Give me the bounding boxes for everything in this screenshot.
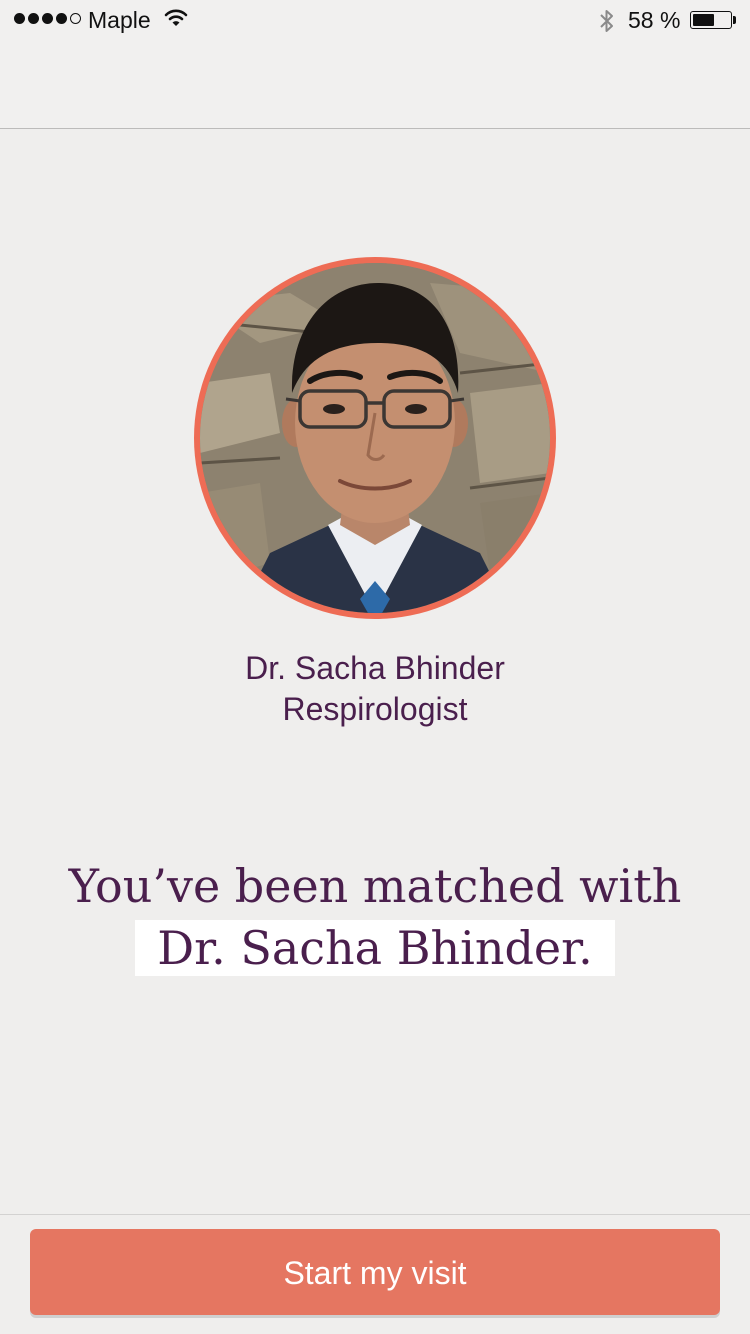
battery-icon xyxy=(690,11,736,29)
carrier-name: Maple xyxy=(88,7,151,33)
start-visit-button[interactable]: Start my visit xyxy=(30,1229,720,1315)
headline-line-1: You’ve been matched with xyxy=(68,859,682,913)
doctor-avatar-ring xyxy=(194,257,556,619)
doctor-portrait-icon xyxy=(200,263,550,613)
navigation-bar xyxy=(0,40,750,129)
footer-bar: Start my visit xyxy=(0,1214,750,1334)
bluetooth-icon xyxy=(598,8,616,40)
match-headline: You’ve been matched with Dr. Sacha Bhind… xyxy=(0,856,750,978)
status-bar: Maple 58 % xyxy=(0,0,750,40)
battery-percentage: 58 % xyxy=(628,7,681,33)
signal-strength-icon xyxy=(14,13,81,24)
wifi-icon xyxy=(164,8,188,34)
headline-doctor-name-highlight: Dr. Sacha Bhinder. xyxy=(135,920,615,976)
doctor-name: Dr. Sacha Bhinder xyxy=(245,650,505,686)
doctor-specialty: Respirologist xyxy=(282,691,468,727)
